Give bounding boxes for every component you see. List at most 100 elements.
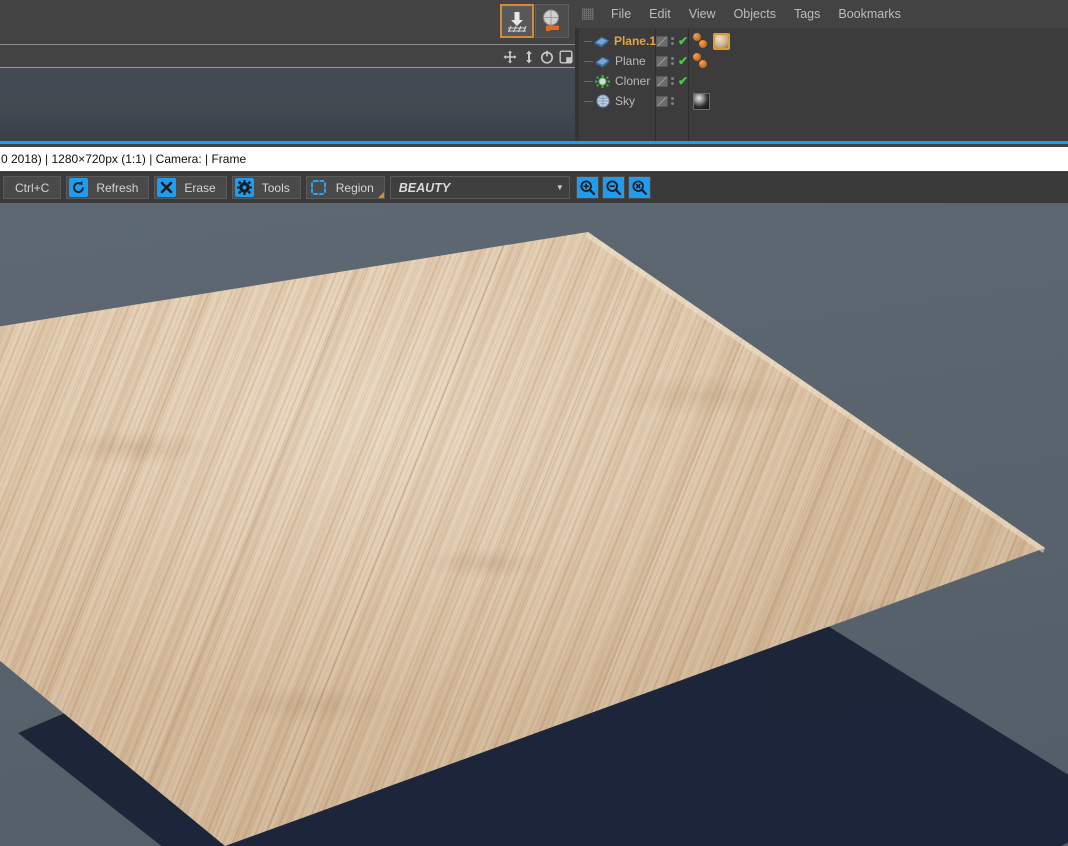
- menu-file[interactable]: File: [602, 5, 640, 23]
- menu-tags[interactable]: Tags: [785, 5, 829, 23]
- enabled-checkmark-icon[interactable]: ✔: [678, 55, 688, 67]
- tools-label: Tools: [261, 180, 290, 195]
- viewport-focus-border: [0, 141, 575, 144]
- chevron-down-icon[interactable]: ▼: [551, 183, 569, 192]
- menu-objects[interactable]: Objects: [725, 5, 785, 23]
- object-manager-tree[interactable]: Plane.1 ✔ Plane ✔ Cloner ✔ Sky: [575, 28, 1068, 141]
- visibility-dots[interactable]: [671, 77, 674, 85]
- menu-bookmarks[interactable]: Bookmarks: [829, 5, 910, 23]
- tree-rail: [575, 28, 579, 141]
- zoom-out-button[interactable]: [601, 176, 625, 199]
- magnifier-plus-icon: [580, 180, 595, 196]
- render-to-picture-viewer-button[interactable]: [500, 4, 534, 38]
- object-tags[interactable]: [689, 51, 1068, 71]
- tag-dots[interactable]: [693, 52, 711, 70]
- object-flags[interactable]: ✔: [656, 35, 689, 47]
- render-channel-value: BEAUTY: [398, 180, 451, 195]
- object-flags[interactable]: [656, 95, 689, 107]
- scale-tool[interactable]: [522, 49, 537, 64]
- tree-line: [584, 40, 592, 42]
- material-preview-button[interactable]: [535, 4, 569, 38]
- rotate-circle-icon: [541, 50, 554, 64]
- render-picture-viewer[interactable]: [0, 203, 1068, 846]
- menu-view[interactable]: View: [680, 5, 725, 23]
- panel-focus-border: [575, 141, 1068, 144]
- plane-object-icon: [594, 34, 609, 48]
- left-panel-mid-band: [0, 45, 575, 67]
- arrow-down-to-grid-icon: [508, 12, 527, 33]
- object-flags[interactable]: ✔: [656, 55, 689, 67]
- enabled-checkmark-icon[interactable]: ✔: [678, 35, 688, 47]
- table-row[interactable]: Sky: [580, 91, 1068, 111]
- region-label: Region: [335, 180, 374, 195]
- table-row[interactable]: Plane ✔: [580, 51, 1068, 71]
- render-channel-select[interactable]: BEAUTY ▼: [389, 176, 570, 199]
- region-button[interactable]: Region: [305, 176, 385, 199]
- left-panel-top-band: [0, 0, 575, 44]
- panel-window-icon: [559, 50, 573, 64]
- tools-button[interactable]: Tools: [231, 176, 301, 199]
- refresh-label: Refresh: [96, 180, 139, 195]
- drag-grip-icon[interactable]: [582, 8, 594, 20]
- cloner-object-icon: [595, 74, 610, 88]
- viewport-tool-icons: [503, 47, 573, 66]
- sky-hdri-thumbnail[interactable]: [693, 92, 710, 110]
- object-tree-cell: Sky: [580, 94, 656, 108]
- layer-swatch[interactable]: [656, 95, 668, 107]
- object-manager-menubar: File Edit View Objects Tags Bookmarks: [575, 0, 1068, 28]
- visibility-dots[interactable]: [671, 97, 674, 105]
- copy-label: Ctrl+C: [15, 180, 50, 195]
- plane-object-icon: [595, 54, 610, 68]
- wood-material-thumbnail[interactable]: [713, 32, 730, 50]
- up-down-arrow-icon: [525, 50, 532, 63]
- visibility-dots[interactable]: [671, 37, 674, 45]
- four-way-arrows-icon: [503, 50, 517, 63]
- sky-object-icon: [595, 94, 610, 108]
- move-tool[interactable]: [503, 49, 518, 64]
- zoom-fit-button[interactable]: [627, 176, 651, 199]
- render-status-bar: 0 2018) | 1280×720px (1:1) | Camera: | F…: [0, 147, 1068, 171]
- table-row[interactable]: Plane.1 ✔: [580, 31, 1068, 51]
- tool-cluster: [500, 4, 572, 42]
- refresh-button[interactable]: Refresh: [66, 176, 150, 199]
- object-name: Plane: [615, 54, 646, 68]
- layout-tool[interactable]: [559, 49, 574, 64]
- object-tree-cell: Plane: [580, 54, 656, 68]
- menu-edit[interactable]: Edit: [640, 5, 680, 23]
- sphere-on-stand-icon: [543, 9, 559, 31]
- tag-dots[interactable]: [693, 32, 711, 50]
- tree-line: [584, 80, 593, 82]
- layer-swatch[interactable]: [656, 75, 668, 87]
- table-row[interactable]: Cloner ✔: [580, 71, 1068, 91]
- status-text: 0 2018) | 1280×720px (1:1) | Camera: | F…: [1, 152, 247, 166]
- refresh-circular-arrow-icon: [69, 178, 89, 197]
- dashed-region-icon: [309, 178, 328, 197]
- zoom-in-button[interactable]: [575, 176, 599, 199]
- left-viewport-area: [0, 68, 575, 141]
- layer-swatch[interactable]: [656, 55, 668, 67]
- object-name: Plane.1: [613, 34, 656, 48]
- object-name: Cloner: [615, 74, 651, 88]
- object-tree-cell: Plane.1: [580, 34, 656, 48]
- erase-label: Erase: [184, 180, 216, 195]
- magnifier-minus-icon: [606, 180, 621, 196]
- layer-swatch[interactable]: [656, 35, 668, 47]
- object-tags[interactable]: [689, 91, 1068, 111]
- object-tags[interactable]: [689, 71, 1068, 91]
- tree-line: [584, 60, 593, 62]
- enabled-checkmark-icon[interactable]: ✔: [678, 75, 688, 87]
- gear-icon: [234, 178, 254, 197]
- list-item[interactable]: [580, 111, 1068, 131]
- object-flags[interactable]: ✔: [656, 75, 689, 87]
- copy-button[interactable]: Ctrl+C: [3, 176, 62, 199]
- object-tree-cell: Cloner: [580, 74, 656, 88]
- tree-line: [584, 100, 593, 102]
- erase-x-icon: [157, 178, 177, 197]
- picture-viewer-toolbar: Ctrl+C Refresh Erase Tools Region BEAUTY…: [0, 172, 1068, 203]
- magnifier-fit-icon: [632, 180, 647, 196]
- erase-button[interactable]: Erase: [154, 176, 227, 199]
- object-tags[interactable]: [689, 31, 1068, 51]
- submenu-corner-indicator[interactable]: [377, 192, 384, 198]
- rotate-tool[interactable]: [540, 49, 555, 64]
- visibility-dots[interactable]: [671, 57, 674, 65]
